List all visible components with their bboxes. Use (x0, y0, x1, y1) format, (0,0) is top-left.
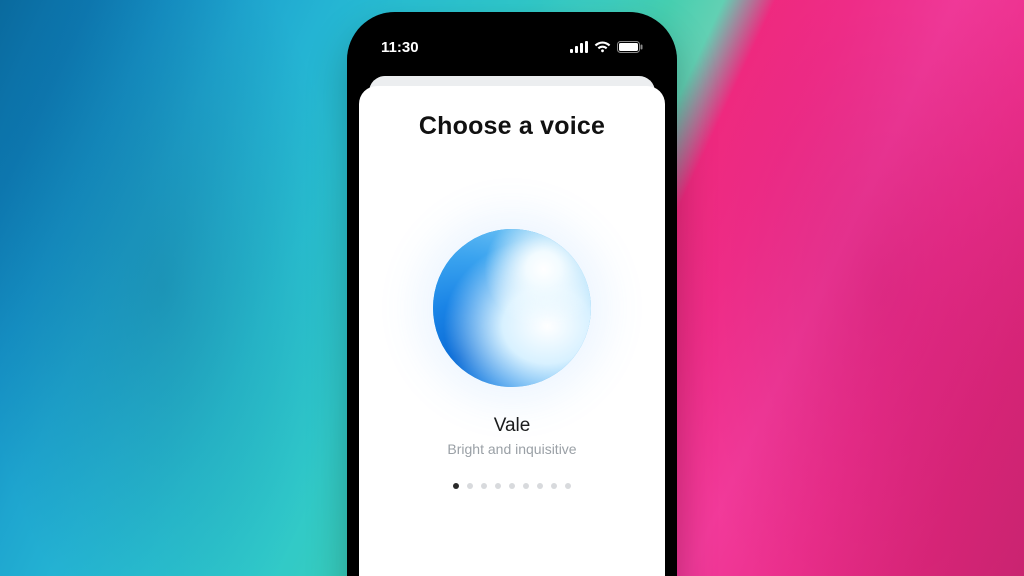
page-title: Choose a voice (419, 112, 605, 141)
sheet-stack: Choose a voice Vale Bright and inquisiti… (359, 76, 665, 576)
voice-name: Vale (494, 415, 531, 437)
voice-sheet: Choose a voice Vale Bright and inquisiti… (359, 86, 665, 576)
status-time: 11:30 (381, 39, 419, 56)
voice-description: Bright and inquisitive (447, 441, 576, 457)
phone-screen: 11:30 (359, 24, 665, 576)
pager-dot[interactable] (453, 483, 459, 489)
pager-dot[interactable] (509, 483, 515, 489)
wifi-icon (594, 41, 611, 53)
phone-frame: 11:30 (347, 12, 677, 576)
wallpaper: 11:30 (0, 0, 1024, 576)
status-bar: 11:30 (359, 24, 665, 70)
pager-dot[interactable] (523, 483, 529, 489)
voice-orb-graphic (433, 229, 591, 387)
pager-dot[interactable] (565, 483, 571, 489)
status-icons (570, 41, 643, 53)
voice-avatar[interactable] (433, 229, 591, 387)
pager-dot[interactable] (537, 483, 543, 489)
page-indicator[interactable] (453, 483, 571, 489)
pager-dot[interactable] (551, 483, 557, 489)
pager-dot[interactable] (481, 483, 487, 489)
cellular-icon (570, 41, 588, 53)
pager-dot[interactable] (467, 483, 473, 489)
pager-dot[interactable] (495, 483, 501, 489)
battery-icon (617, 41, 643, 53)
